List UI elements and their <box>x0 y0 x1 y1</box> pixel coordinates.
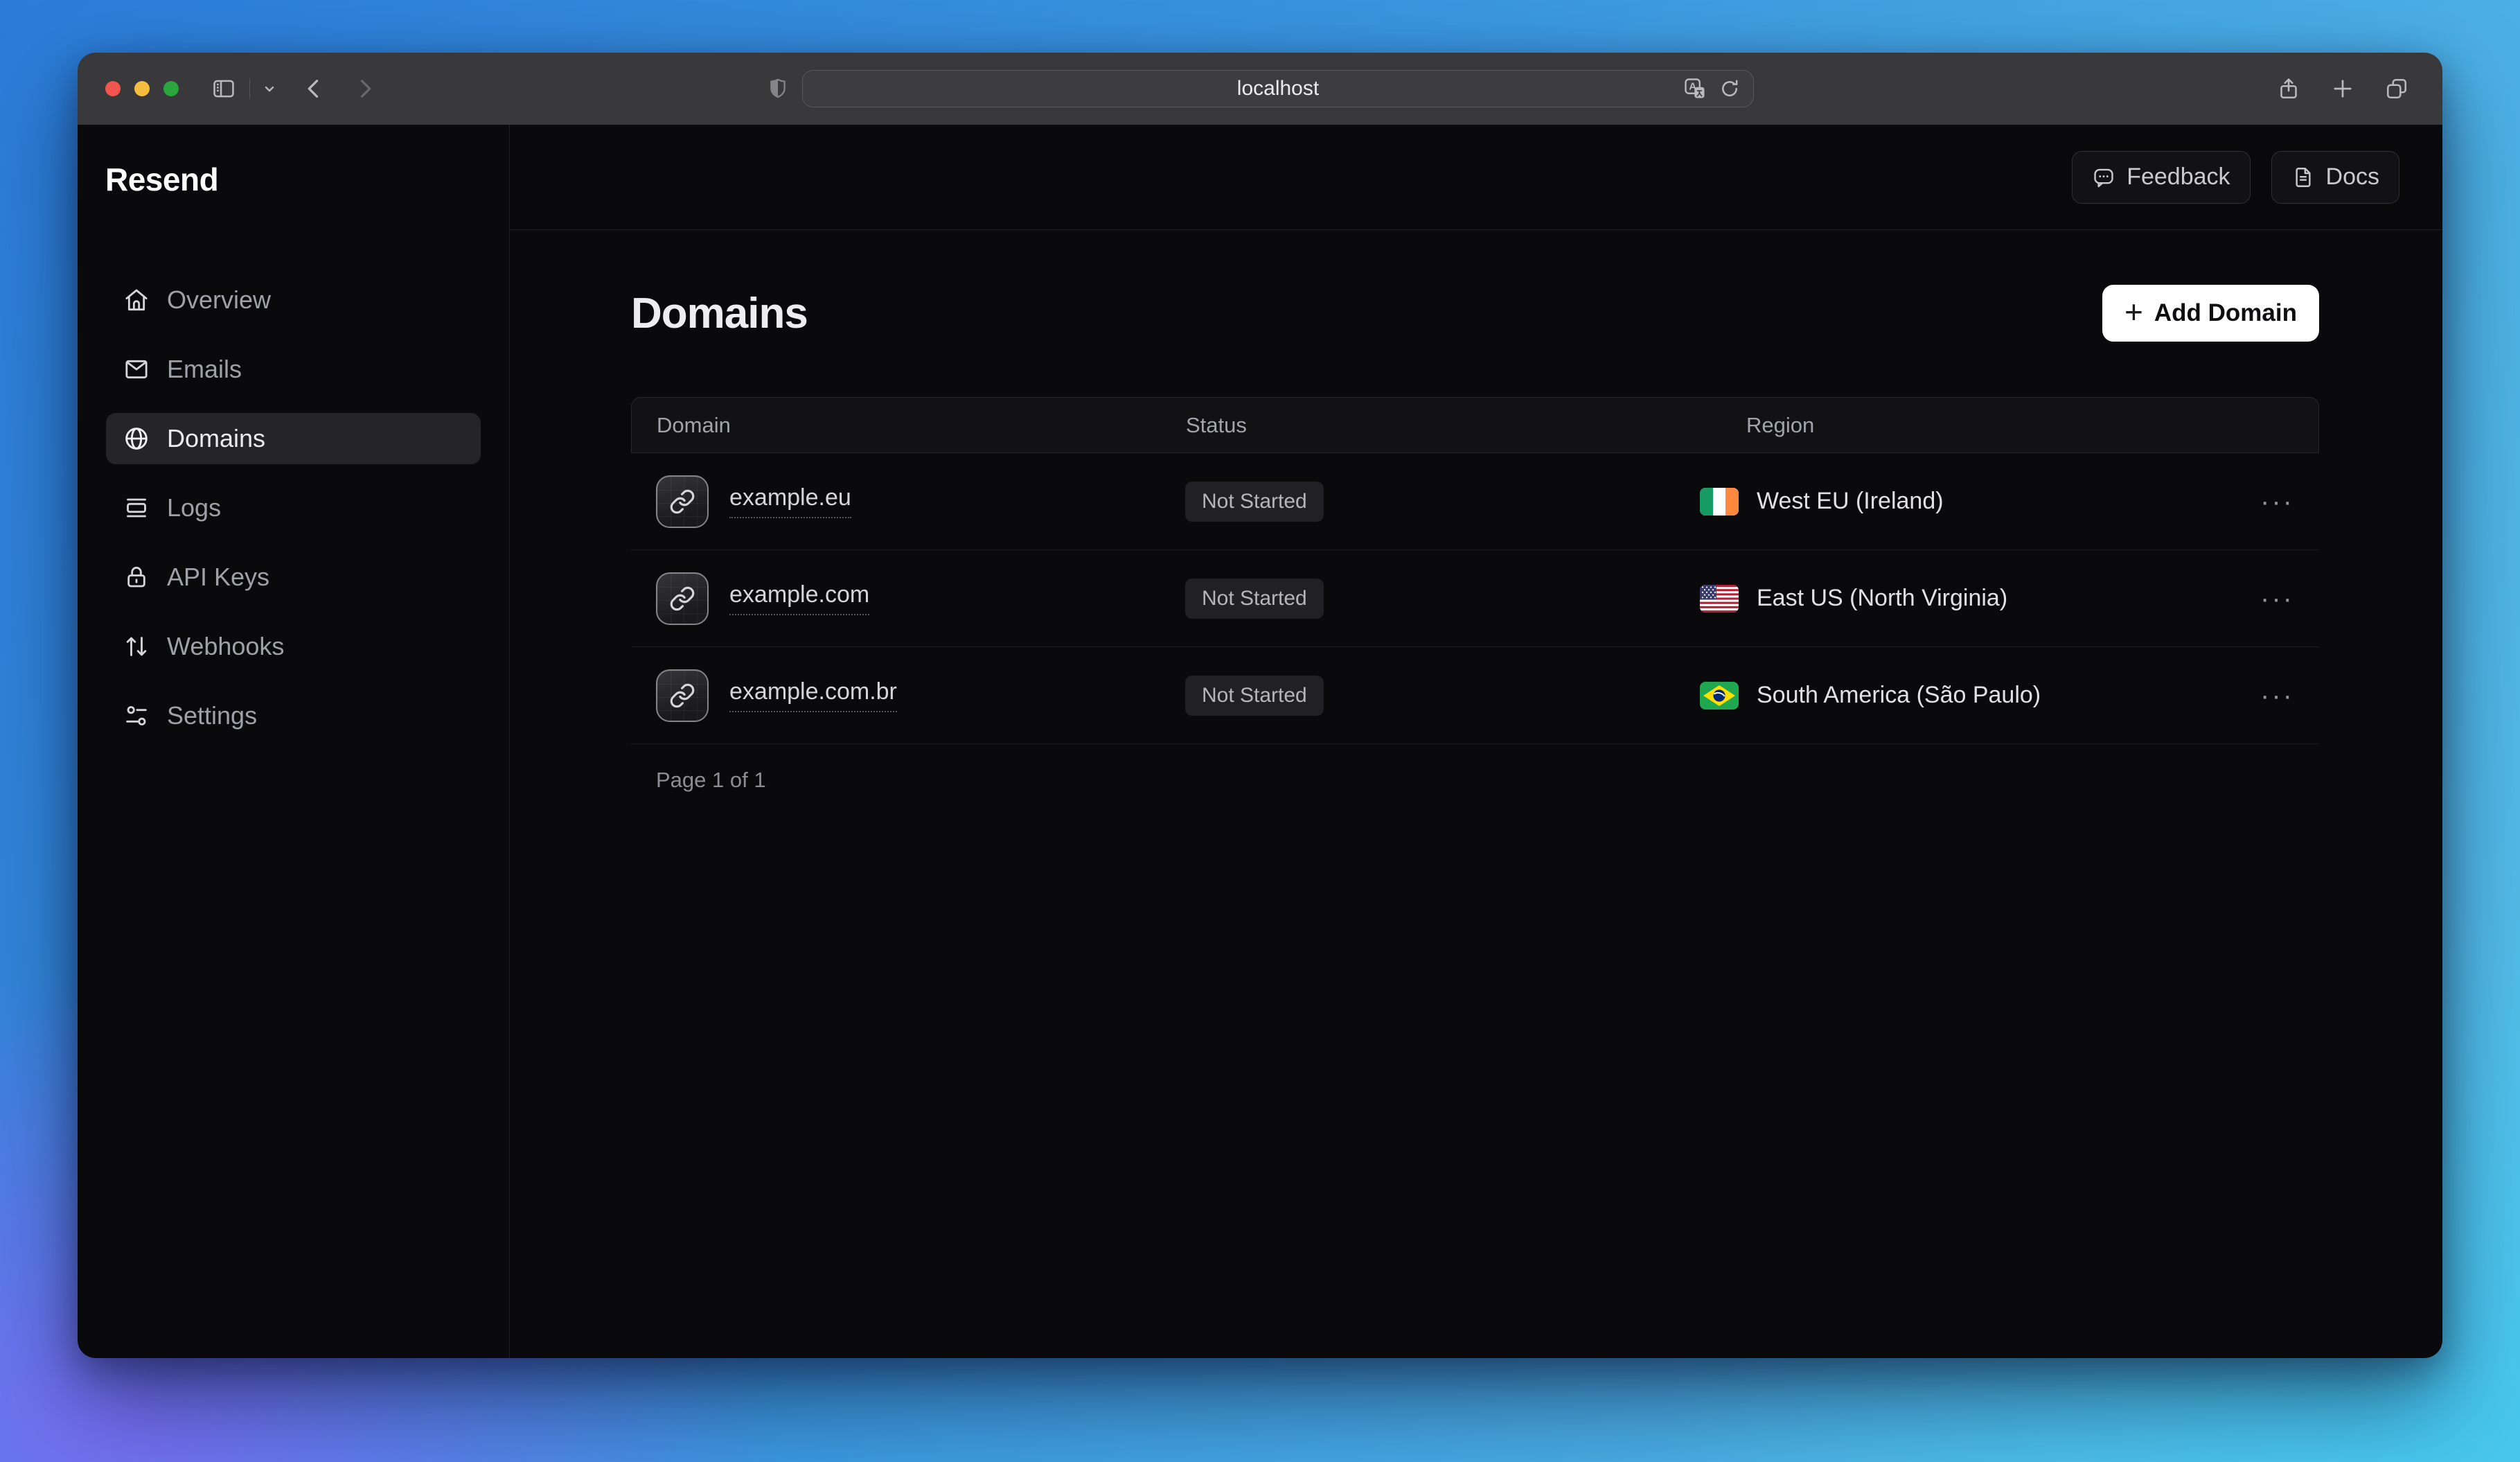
sidebar-item-overview[interactable]: Overview <box>106 274 481 326</box>
translate-icon[interactable]: A <box>1683 76 1707 101</box>
sidebar-item-label: Logs <box>167 493 221 522</box>
page-title: Domains <box>631 289 808 338</box>
sidebar-item-label: API Keys <box>167 563 269 592</box>
address-bar[interactable]: localhost A <box>802 70 1754 107</box>
lock-icon <box>123 563 150 591</box>
table-header-row: Domain Status Region <box>631 397 2319 453</box>
traffic-lights <box>105 81 179 96</box>
sidebar-item-logs[interactable]: Logs <box>106 482 481 534</box>
region-cell: East US (North Virginia) <box>1700 585 2246 613</box>
address-bar-icons: A <box>1683 76 1741 101</box>
region-label: South America (São Paulo) <box>1757 682 2041 709</box>
add-domain-button-label: Add Domain <box>2154 299 2297 327</box>
sidebar-item-label: Domains <box>167 424 265 453</box>
address-bar-group: localhost A <box>766 70 1754 107</box>
sidebar-item-emails[interactable]: Emails <box>106 344 481 395</box>
mail-icon <box>123 355 150 383</box>
brazil-flag-icon <box>1700 682 1739 710</box>
browser-window: localhost A <box>78 53 2442 1358</box>
main-header: Feedback Docs <box>510 125 2442 230</box>
domain-cell: example.com <box>656 572 1185 625</box>
toolbar-left-group <box>105 76 378 102</box>
close-window-button[interactable] <box>105 81 121 96</box>
main-panel: Feedback Docs Domains + Add Domain <box>510 125 2442 1358</box>
table-row: example.com.br Not Started South America… <box>631 647 2319 744</box>
toolbar-right-group <box>2276 76 2409 101</box>
document-icon <box>2291 166 2315 189</box>
url-text: localhost <box>1237 77 1319 100</box>
column-header-status: Status <box>1186 413 1701 438</box>
domain-cell: example.eu <box>656 475 1185 528</box>
domain-cell: example.com.br <box>656 669 1185 722</box>
globe-icon <box>123 425 150 452</box>
column-header-region: Region <box>1701 413 2245 438</box>
pagination-status: Page 1 of 1 <box>631 768 2319 793</box>
chevron-down-icon[interactable] <box>261 80 278 97</box>
sidebar-toggle-icon[interactable] <box>211 76 237 102</box>
new-tab-icon[interactable] <box>2330 76 2355 101</box>
status-badge: Not Started <box>1185 482 1324 522</box>
privacy-shield-icon[interactable] <box>766 77 790 100</box>
reload-icon[interactable] <box>1719 78 1741 100</box>
sidebar-nav: Overview Emails Domains <box>78 274 509 759</box>
row-options-icon[interactable]: ··· <box>2246 682 2294 710</box>
minimize-window-button[interactable] <box>134 81 150 96</box>
sidebar-item-label: Settings <box>167 701 257 730</box>
sidebar-item-settings[interactable]: Settings <box>106 690 481 741</box>
forward-button[interactable] <box>353 76 378 101</box>
main-body: Domains + Add Domain Domain Status Regio… <box>510 230 2442 793</box>
table-row: example.com Not Started East US (North V… <box>631 550 2319 647</box>
row-options-icon[interactable]: ··· <box>2246 488 2294 516</box>
sidebar-item-domains[interactable]: Domains <box>106 413 481 464</box>
share-icon[interactable] <box>2276 76 2301 101</box>
feedback-button[interactable]: Feedback <box>2072 151 2250 204</box>
sliders-icon <box>123 702 150 730</box>
row-options-icon[interactable]: ··· <box>2246 585 2294 613</box>
domains-table: Domain Status Region example.eu <box>631 397 2319 744</box>
feedback-button-label: Feedback <box>2127 164 2230 191</box>
home-icon <box>123 286 150 314</box>
rows-icon <box>123 494 150 522</box>
region-label: East US (North Virginia) <box>1757 585 2007 612</box>
region-cell: West EU (Ireland) <box>1700 488 2246 516</box>
toolbar-divider <box>249 78 250 99</box>
sidebar-item-label: Overview <box>167 285 271 315</box>
domain-link[interactable]: example.com.br <box>729 678 897 712</box>
link-icon[interactable] <box>656 669 709 722</box>
arrows-up-down-icon <box>123 633 150 660</box>
domain-link[interactable]: example.eu <box>729 484 851 518</box>
region-cell: South America (São Paulo) <box>1700 682 2246 710</box>
status-badge: Not Started <box>1185 676 1324 716</box>
sidebar: Resend Overview Emails <box>78 125 510 1358</box>
sidebar-item-api-keys[interactable]: API Keys <box>106 552 481 603</box>
back-button[interactable] <box>301 76 326 101</box>
ireland-flag-icon <box>1700 488 1739 516</box>
browser-toolbar: localhost A <box>78 53 2442 125</box>
app-content: Resend Overview Emails <box>78 125 2442 1358</box>
table-row: example.eu Not Started West EU (Ireland)… <box>631 453 2319 550</box>
docs-button[interactable]: Docs <box>2271 151 2399 204</box>
sidebar-item-label: Webhooks <box>167 632 284 661</box>
link-icon[interactable] <box>656 572 709 625</box>
link-icon[interactable] <box>656 475 709 528</box>
sidebar-item-label: Emails <box>167 355 242 384</box>
zoom-window-button[interactable] <box>163 81 179 96</box>
add-domain-button[interactable]: + Add Domain <box>2102 285 2319 342</box>
region-label: West EU (Ireland) <box>1757 488 1944 515</box>
status-badge: Not Started <box>1185 579 1324 619</box>
domain-link[interactable]: example.com <box>729 581 869 615</box>
tab-overview-icon[interactable] <box>2384 76 2409 101</box>
column-header-domain: Domain <box>657 413 1186 438</box>
title-row: Domains + Add Domain <box>631 284 2319 342</box>
usa-flag-icon <box>1700 585 1739 613</box>
resend-logo: Resend <box>105 161 509 198</box>
feedback-bubble-icon <box>2092 166 2115 189</box>
docs-button-label: Docs <box>2326 164 2379 191</box>
sidebar-item-webhooks[interactable]: Webhooks <box>106 621 481 672</box>
